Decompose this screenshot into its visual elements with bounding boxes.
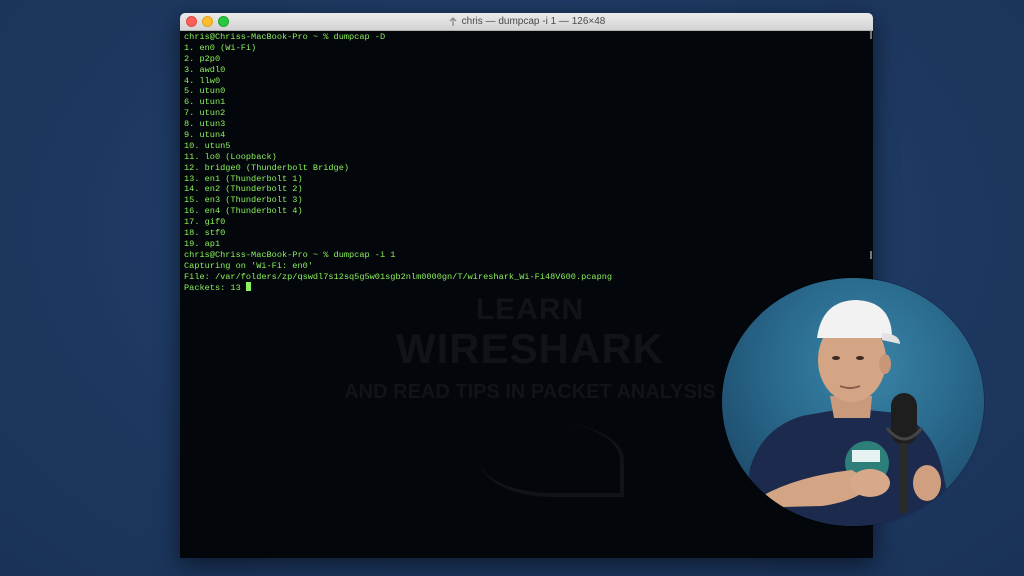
terminal-line: 8. utun3 (184, 119, 226, 130)
terminal-line: 4. llw0 (184, 75, 221, 86)
text-cursor[interactable] (245, 282, 251, 292)
webcam-overlay (722, 278, 984, 526)
window-title-group: chris — dumpcap -i 1 — 126×48 (448, 16, 606, 27)
terminal-line: 16. en4 (Thunderbolt 4) (184, 206, 303, 217)
window-title: chris — dumpcap -i 1 — 126×48 (461, 16, 606, 27)
presenter-video-icon (742, 300, 954, 526)
title-bar[interactable]: chris — dumpcap -i 1 — 126×48 (180, 13, 873, 31)
window-controls (186, 16, 229, 27)
terminal-line: 17. gif0 (184, 217, 226, 228)
terminal-line: 11. lo0 (Loopback) (184, 151, 277, 162)
minimize-button[interactable] (202, 16, 213, 27)
terminal-line: 13. en1 (Thunderbolt 1) (184, 173, 303, 184)
terminal-line: 18. stf0 (184, 228, 226, 239)
folder-arrow-icon (449, 16, 457, 26)
terminal-line: 10. utun5 (184, 140, 231, 151)
terminal-line: Capturing on 'Wi-Fi: en0' (184, 260, 313, 271)
terminal-line: 19. ap1 (184, 238, 221, 249)
terminal-line: 3. awdl0 (184, 64, 226, 75)
terminal-line: 9. utun4 (184, 130, 226, 141)
desktop-background: chris — dumpcap -i 1 — 126×48 LEARN WIRE… (0, 0, 1024, 576)
terminal-line: 2. p2p0 (184, 53, 221, 64)
terminal-line: 14. en2 (Thunderbolt 2) (184, 184, 303, 195)
scroll-marker-mid[interactable] (870, 251, 872, 259)
terminal-line: 6. utun1 (184, 97, 226, 108)
close-button[interactable] (186, 16, 197, 27)
terminal-line: chris@Chriss-MacBook-Pro ~ % dumpcap -D (184, 32, 386, 42)
terminal-line: 15. en3 (Thunderbolt 3) (184, 195, 303, 206)
terminal-line: 12. bridge0 (Thunderbolt Bridge) (184, 162, 350, 173)
scroll-marker-top[interactable] (870, 31, 872, 39)
terminal-line: 7. utun2 (184, 108, 226, 119)
zoom-button[interactable] (218, 16, 229, 27)
packets-count-text: Packets: 13 (184, 283, 246, 294)
terminal-line: 5. utun0 (184, 86, 226, 97)
terminal-line: chris@Chriss-MacBook-Pro ~ % dumpcap -i … (184, 249, 396, 260)
terminal-line: 1. en0 (Wi-Fi) (184, 42, 257, 53)
